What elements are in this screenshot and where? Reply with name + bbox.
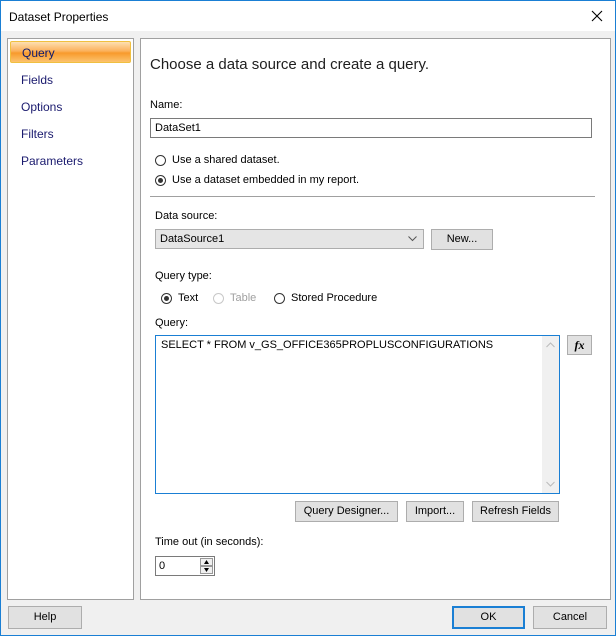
chevron-down-icon [408, 236, 417, 242]
query-panel: Choose a data source and create a query.… [140, 38, 611, 600]
close-icon [591, 10, 603, 22]
name-input[interactable]: DataSet1 [150, 118, 592, 138]
query-designer-button[interactable]: Query Designer... [295, 501, 398, 522]
help-button[interactable]: Help [8, 606, 82, 629]
fx-icon: fx [574, 338, 585, 352]
spin-up-button[interactable] [200, 558, 213, 566]
radio-circle [155, 154, 166, 166]
scroll-down-icon[interactable] [546, 481, 555, 487]
title-bar: Dataset Properties [1, 1, 615, 31]
timeout-value: 0 [159, 560, 166, 572]
embedded-dataset-radio[interactable]: Use a dataset embedded in my report. [155, 174, 359, 186]
timeout-spinner[interactable]: 0 [155, 556, 215, 576]
radio-circle-checked [161, 292, 172, 304]
dataset-properties-dialog: Dataset Properties Query Fields Options … [0, 0, 616, 636]
query-textarea[interactable]: SELECT * FROM v_GS_OFFICE365PROPLUSCONFI… [155, 335, 560, 494]
sidebar-nav: Query Fields Options Filters Parameters [7, 38, 134, 600]
query-type-table-label: Table [230, 292, 257, 304]
shared-dataset-label: Use a shared dataset. [172, 154, 280, 166]
new-data-source-button[interactable]: New... [431, 229, 493, 250]
arrow-down-icon [204, 568, 209, 572]
name-label: Name: [150, 99, 183, 111]
scroll-up-icon[interactable] [546, 342, 555, 348]
data-source-label: Data source: [155, 210, 218, 222]
import-button[interactable]: Import... [406, 501, 464, 522]
close-button[interactable] [585, 5, 609, 27]
panel-heading: Choose a data source and create a query. [150, 56, 430, 73]
radio-circle-disabled [213, 292, 224, 304]
query-type-text-radio[interactable]: Text [161, 292, 198, 304]
query-type-stored-procedure-label: Stored Procedure [291, 292, 378, 304]
query-type-stored-procedure-radio[interactable]: Stored Procedure [274, 292, 377, 304]
query-type-table-radio: Table [213, 292, 256, 304]
refresh-fields-button[interactable]: Refresh Fields [472, 501, 559, 522]
query-type-text-label: Text [178, 292, 199, 304]
timeout-label: Time out (in seconds): [155, 536, 264, 548]
embedded-dataset-label: Use a dataset embedded in my report. [172, 174, 360, 186]
radio-circle [274, 292, 285, 304]
sidebar-item-parameters[interactable]: Parameters [10, 150, 131, 172]
sidebar-item-filters[interactable]: Filters [10, 123, 131, 145]
sidebar-item-query[interactable]: Query [10, 41, 131, 63]
ok-button[interactable]: OK [452, 606, 525, 629]
query-type-label: Query type: [155, 270, 212, 282]
sidebar-item-options[interactable]: Options [10, 96, 131, 118]
shared-dataset-radio[interactable]: Use a shared dataset. [155, 154, 280, 166]
query-scrollbar[interactable] [542, 336, 559, 493]
query-label: Query: [155, 317, 189, 329]
data-source-dropdown[interactable]: DataSource1 [155, 229, 424, 249]
arrow-up-icon [204, 560, 209, 564]
divider [150, 196, 595, 197]
query-text: SELECT * FROM v_GS_OFFICE365PROPLUSCONFI… [161, 339, 494, 351]
dialog-title: Dataset Properties [9, 10, 109, 24]
cancel-button[interactable]: Cancel [533, 606, 607, 629]
data-source-value: DataSource1 [160, 233, 225, 245]
expression-button[interactable]: fx [567, 335, 592, 355]
radio-circle-checked [155, 174, 166, 186]
spin-down-button[interactable] [200, 566, 213, 574]
sidebar-item-fields[interactable]: Fields [10, 69, 131, 91]
